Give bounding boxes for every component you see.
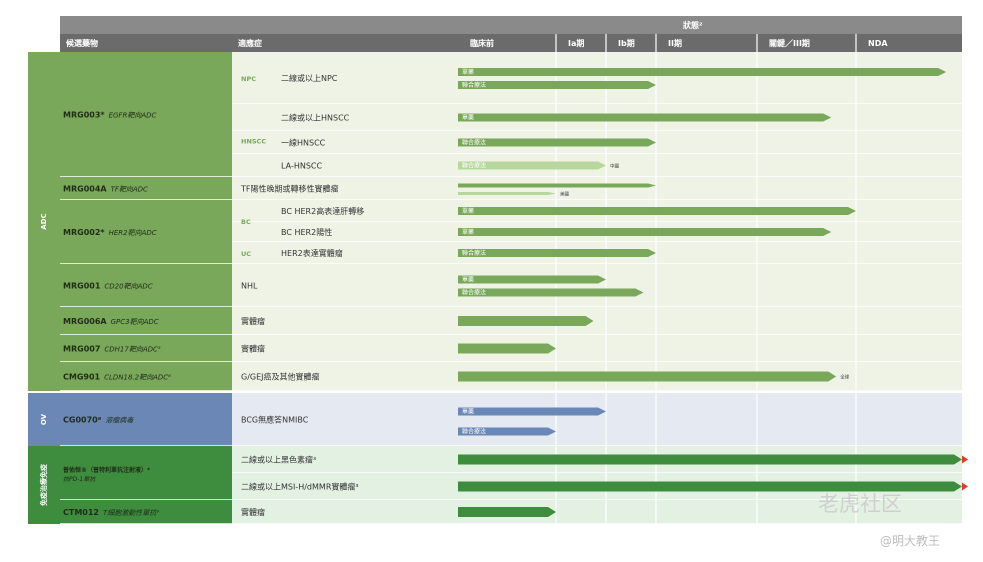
bar-3 — [458, 138, 656, 147]
bar-label-4: 聯合療法 — [462, 162, 486, 170]
phase-header-0: 臨床前 — [470, 38, 494, 48]
watermark-main: 老虎社区 — [818, 492, 902, 516]
candidate-target-7: 溶瘤病毒 — [105, 417, 134, 425]
bar-label-15: 單藥 — [462, 408, 474, 416]
phase-header-1: Ia期 — [568, 38, 584, 48]
phase-header-5: NDA — [868, 39, 888, 48]
status-header-bg — [458, 16, 962, 34]
candidate-target-8: 抗PD-1單抗 — [63, 475, 96, 483]
candidate-name-7: CG0070⁸ — [63, 416, 102, 425]
pipeline-chart: 狀態² 候選藥物 適應症 臨床前 Ia期 Ib期 II期 關鍵／III期 NDA ADC OV 免疫治… — [28, 16, 968, 525]
candidate-name-8: 普佑恒®（普特利單抗注射液）* — [63, 466, 151, 474]
column-header-bg — [60, 34, 962, 52]
bar-label-1: 聯合療法 — [462, 81, 486, 89]
bar-14 — [458, 371, 837, 382]
indication-12: BCG無應答NMIBC — [241, 415, 309, 425]
col-candidate: 候選藥物 — [66, 38, 98, 48]
phase-header-2: Ib期 — [618, 38, 635, 48]
bar-17 — [458, 454, 962, 465]
bar-9 — [458, 249, 656, 257]
modality-label-0: ADC — [40, 213, 48, 229]
indication-15: 實體瘤 — [241, 507, 265, 517]
phase-header-4: 關鍵／III期 — [769, 38, 810, 48]
bar-8 — [458, 228, 832, 236]
candidate-name-4: MRG006A — [63, 317, 107, 326]
modality-label-2: 免疫治療免疫 — [39, 464, 48, 506]
bar-flag-17 — [962, 455, 968, 464]
bar-label-2: 單藥 — [462, 114, 474, 122]
candidate-name-3: MRG001 — [63, 282, 101, 291]
indication-code-5: BC — [241, 218, 251, 226]
indication-11: G/GEJ癌及其他實體瘤 — [241, 372, 320, 382]
status-title: 狀態² — [683, 20, 703, 30]
candidate-target-2: HER2靶向ADC — [109, 229, 157, 237]
candidate-target-6: CLDN18.2靶向ADC⁶ — [104, 374, 171, 382]
bar-label-10: 單藥 — [462, 276, 474, 284]
bar-5 — [458, 183, 656, 188]
bar-label-9: 聯合療法 — [462, 249, 486, 257]
indication-code-7: UC — [241, 250, 251, 258]
bar-7 — [458, 207, 856, 215]
col-indication: 適應症 — [238, 38, 262, 48]
candidate-target-3: CD20靶向ADC — [104, 283, 152, 291]
indication-0: 二線或以上NPC — [281, 73, 338, 83]
indication-code-0: NPC — [241, 75, 256, 83]
bar-15 — [458, 407, 606, 416]
candidate-target-4: GPC3靶向ADC — [111, 318, 159, 326]
candidate-name-5: MRG007 — [63, 345, 100, 354]
candidate-name-9: CTM012 — [63, 508, 99, 517]
candidate-target-9: T細胞激動性單抗⁹ — [103, 509, 159, 517]
candidate-name-1: MRG004A — [63, 185, 107, 194]
header-top-left — [60, 16, 458, 34]
indication-6: BC HER2陽性 — [281, 227, 332, 237]
bar-note-6: 美國 — [560, 191, 569, 198]
bar-note-14: 全球 — [840, 374, 849, 381]
bar-1 — [458, 81, 656, 89]
bar-flag-18 — [962, 482, 968, 491]
bar-note-4: 中國 — [610, 163, 619, 170]
bar-label-0: 單藥 — [462, 68, 474, 76]
bar-12 — [458, 316, 594, 326]
watermark-sub: @明大教王 — [880, 534, 941, 548]
bar-label-11: 聯合療法 — [462, 289, 486, 297]
bar-0 — [458, 68, 947, 76]
indication-8: NHL — [241, 282, 258, 291]
indication-code-1: HNSCC — [241, 138, 266, 146]
indication-5: BC HER2高表達肝轉移 — [281, 206, 364, 216]
bar-19 — [458, 507, 556, 517]
candidate-name-6: CMG901 — [63, 373, 101, 382]
bar-label-8: 單藥 — [462, 228, 474, 236]
indication-4: TF陽性晚期或轉移性實體瘤 — [240, 184, 339, 194]
candidate-target-1: TF靶向ADC — [111, 186, 148, 194]
candidate-target-0: EGFR靶向ADC — [109, 112, 157, 120]
bar-2 — [458, 113, 832, 122]
bar-10 — [458, 275, 606, 284]
candidate-name-2: MRG002* — [63, 228, 105, 237]
bar-label-3: 聯合療法 — [462, 139, 486, 147]
indication-7: HER2表達實體瘤 — [281, 248, 343, 258]
indication-13: 二線或以上黑色素瘤³ — [241, 455, 316, 465]
indication-14: 二線或以上MSI-H/dMMR實體瘤³ — [241, 482, 359, 492]
indication-2: 一線HNSCC — [281, 138, 326, 148]
candidate-target-5: CDH17靶向ADC⁵ — [104, 346, 161, 354]
indication-10: 實體瘤 — [241, 344, 265, 354]
bar-6 — [458, 192, 556, 195]
indication-9: 實體瘤 — [241, 316, 265, 326]
bar-13 — [458, 343, 556, 354]
indication-3: LA-HNSCC — [281, 162, 322, 171]
candidate-name-0: MRG003* — [63, 111, 105, 120]
bar-label-16: 聯合療法 — [462, 428, 486, 436]
modality-label-1: OV — [40, 413, 48, 425]
phase-header-3: II期 — [668, 38, 682, 48]
bar-label-7: 單藥 — [462, 207, 474, 215]
indication-1: 二線或以上HNSCC — [281, 113, 350, 123]
